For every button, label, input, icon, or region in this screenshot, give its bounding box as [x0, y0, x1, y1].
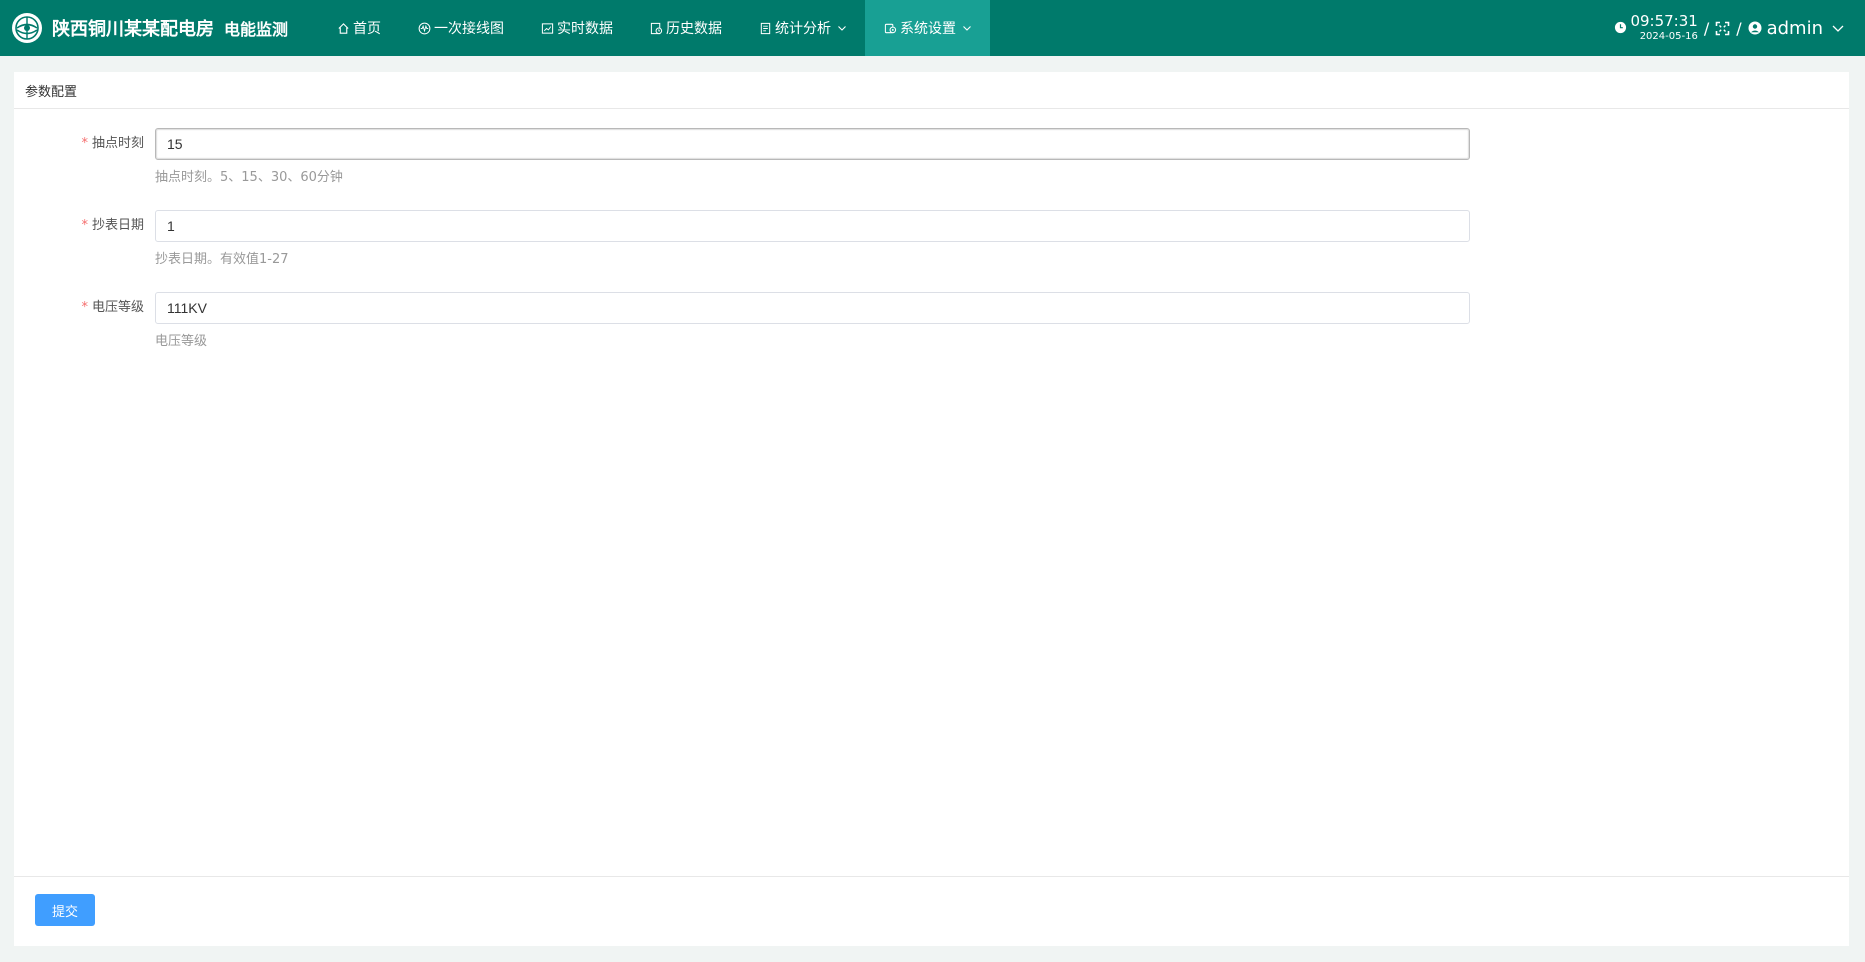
current-date: 2024-05-16: [1639, 31, 1698, 42]
history-icon: [649, 21, 663, 35]
field-label-text: 抄表日期: [91, 218, 144, 233]
current-time: 09:57:31: [1630, 12, 1698, 30]
nav-item-home[interactable]: 首页: [318, 0, 399, 56]
app-subtitle: 电能监测: [224, 20, 289, 39]
nav-item-single-line-diagram[interactable]: 一次接线图: [399, 0, 522, 56]
nav-item-label: 一次接线图: [434, 21, 504, 37]
nav-item-history-data[interactable]: 历史数据: [631, 0, 740, 56]
required-mark: *: [81, 136, 88, 151]
nav-item-label: 首页: [353, 21, 381, 37]
nav-item-label: 历史数据: [666, 21, 722, 37]
voltage-level-input[interactable]: [155, 292, 1470, 324]
fullscreen-icon[interactable]: [1715, 21, 1730, 36]
waveform-icon: [417, 21, 431, 35]
chevron-down-icon: [837, 23, 847, 33]
reading-date-input[interactable]: [155, 210, 1470, 242]
chevron-down-icon: [962, 23, 972, 33]
chart-icon: [540, 21, 554, 35]
nav-item-statistics[interactable]: 统计分析: [740, 0, 865, 56]
submit-button[interactable]: 提交: [35, 894, 95, 926]
required-mark: *: [81, 218, 88, 233]
field-label: * 电压等级: [14, 292, 144, 324]
main-nav: 首页 一次接线图 实时数据 历史数据 统计分析 系统设置: [318, 0, 990, 56]
field-label-text: 电压等级: [91, 300, 144, 315]
nav-item-label: 系统设置: [900, 21, 956, 37]
username: admin: [1766, 17, 1823, 39]
chevron-down-icon: [1831, 21, 1845, 35]
field-help: 电压等级: [155, 334, 208, 349]
document-icon: [758, 21, 772, 35]
field-help: 抄表日期。有效值1-27: [155, 252, 289, 267]
card-title: 参数配置: [14, 72, 1849, 109]
header-tools: 09:57:31 2024-05-16 / / admin: [1614, 0, 1845, 56]
config-card: 参数配置 *抽点时刻 抽点时刻。5、15、30、60分钟 *抄表日期 抄表日期。…: [14, 72, 1849, 946]
top-navbar: 陕西铜川某某配电房 电能监测 首页 一次接线图 实时数据 历史数据 统计分析 系…: [0, 0, 1865, 56]
nav-item-label: 统计分析: [775, 21, 831, 37]
settings-icon: [883, 21, 897, 35]
separator: /: [1703, 18, 1710, 38]
card-footer: 提交: [14, 876, 1849, 946]
required-mark: *: [81, 300, 88, 315]
field-label-text: 抽点时刻: [91, 136, 144, 151]
sampling-time-input[interactable]: [155, 128, 1470, 160]
logo-icon: [12, 13, 42, 43]
nav-item-realtime-data[interactable]: 实时数据: [522, 0, 631, 56]
field-label: * 抽点时刻: [14, 128, 144, 160]
nav-item-label: 实时数据: [557, 21, 613, 37]
brand: 陕西铜川某某配电房 电能监测: [0, 0, 318, 56]
field-help: 抽点时刻。5、15、30、60分钟: [155, 170, 343, 185]
field-label: * 抄表日期: [14, 210, 144, 242]
clock: 09:57:31 2024-05-16: [1614, 12, 1698, 42]
user-icon: [1748, 21, 1762, 35]
separator: /: [1736, 18, 1742, 38]
clock-icon: [1614, 19, 1627, 38]
home-icon: [336, 21, 350, 35]
nav-item-system-settings[interactable]: 系统设置: [865, 0, 990, 56]
user-menu[interactable]: admin: [1748, 18, 1845, 39]
app-title: 陕西铜川某某配电房: [52, 19, 214, 40]
